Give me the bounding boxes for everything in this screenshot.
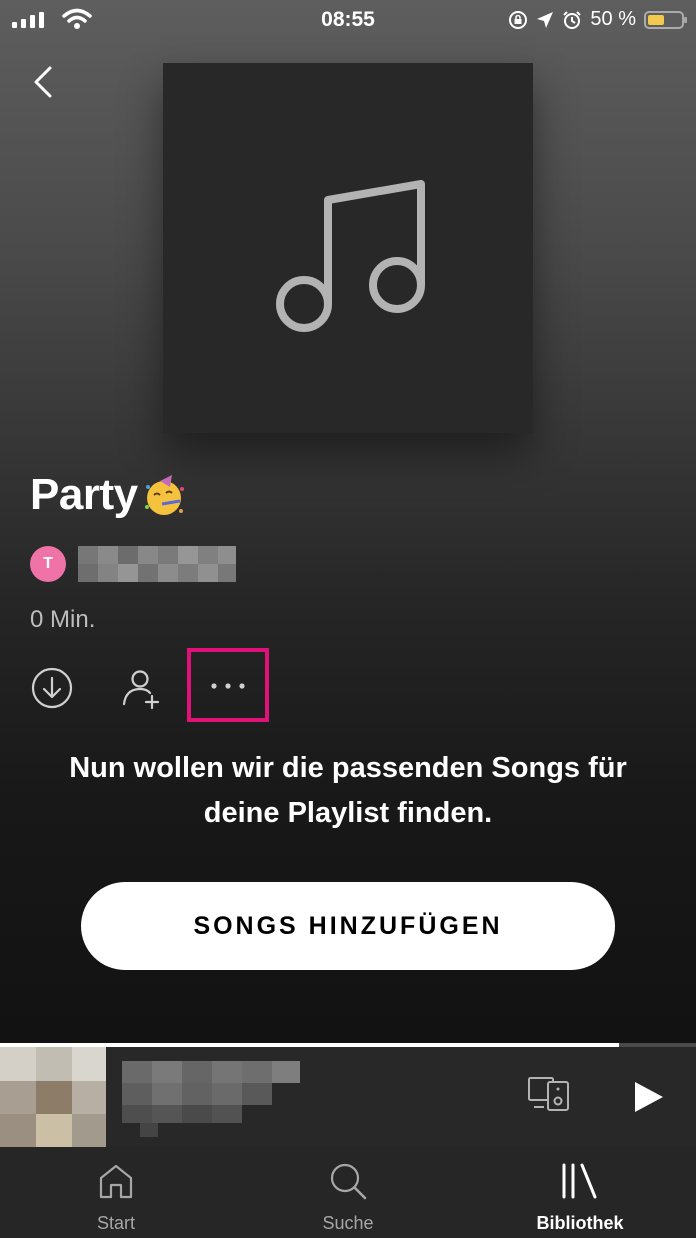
tab-label: Suche	[322, 1213, 374, 1233]
party-face-emoji-icon	[144, 475, 184, 515]
playlist-owner[interactable]: T	[30, 546, 236, 582]
now-playing-artwork-pixelated[interactable]	[0, 1047, 106, 1147]
play-icon[interactable]	[630, 1079, 666, 1115]
status-right-group: 50 %	[508, 8, 687, 31]
battery-fill	[648, 14, 665, 25]
mini-player[interactable]	[0, 1043, 696, 1147]
home-icon	[99, 1164, 133, 1199]
playlist-title-text: Party	[30, 470, 138, 519]
playlist-cover	[163, 63, 533, 433]
battery-percent: 50 %	[590, 8, 636, 30]
now-playing-title-pixelated[interactable]	[122, 1061, 302, 1137]
battery-icon	[644, 10, 687, 29]
tab-start[interactable]: Start	[0, 1147, 232, 1238]
empty-message-line1: Nun wollen wir die passenden Songs für	[69, 752, 627, 784]
add-songs-button[interactable]: SONGS HINZUFÜGEN	[81, 882, 615, 970]
download-icon[interactable]	[30, 666, 74, 710]
tab-label: Start	[96, 1213, 135, 1233]
owner-name-pixelated[interactable]	[78, 546, 236, 582]
empty-playlist-message: Nun wollen wir die passenden Songs für d…	[0, 746, 696, 836]
back-chevron-icon[interactable]	[28, 62, 58, 102]
tab-label: Bibliothek	[536, 1213, 624, 1233]
tab-suche[interactable]: Suche	[232, 1147, 464, 1238]
location-icon	[537, 11, 554, 28]
avatar-initial: T	[43, 555, 53, 572]
status-bar: 08:55 50 %	[0, 0, 696, 40]
devices-icon[interactable]	[528, 1077, 570, 1111]
orientation-lock-icon	[509, 10, 528, 29]
empty-message-line2: deine Playlist finden.	[203, 797, 493, 829]
alarm-icon	[563, 10, 582, 29]
playlist-title: Party	[30, 470, 188, 520]
more-dots-icon[interactable]	[207, 674, 249, 698]
playlist-duration: 0 Min.	[30, 606, 96, 633]
add-user-icon[interactable]	[120, 666, 164, 710]
search-icon	[330, 1163, 367, 1200]
library-icon	[562, 1163, 597, 1199]
bottom-tab-bar: Start Suche Bibliothek	[0, 1147, 696, 1238]
avatar[interactable]: T	[30, 546, 66, 582]
playlist-screen: 08:55 50 % Party T 0 Min. Nun wollen wir…	[0, 0, 696, 1238]
tab-bibliothek[interactable]: Bibliothek	[464, 1147, 696, 1238]
music-note-icon	[276, 180, 425, 332]
